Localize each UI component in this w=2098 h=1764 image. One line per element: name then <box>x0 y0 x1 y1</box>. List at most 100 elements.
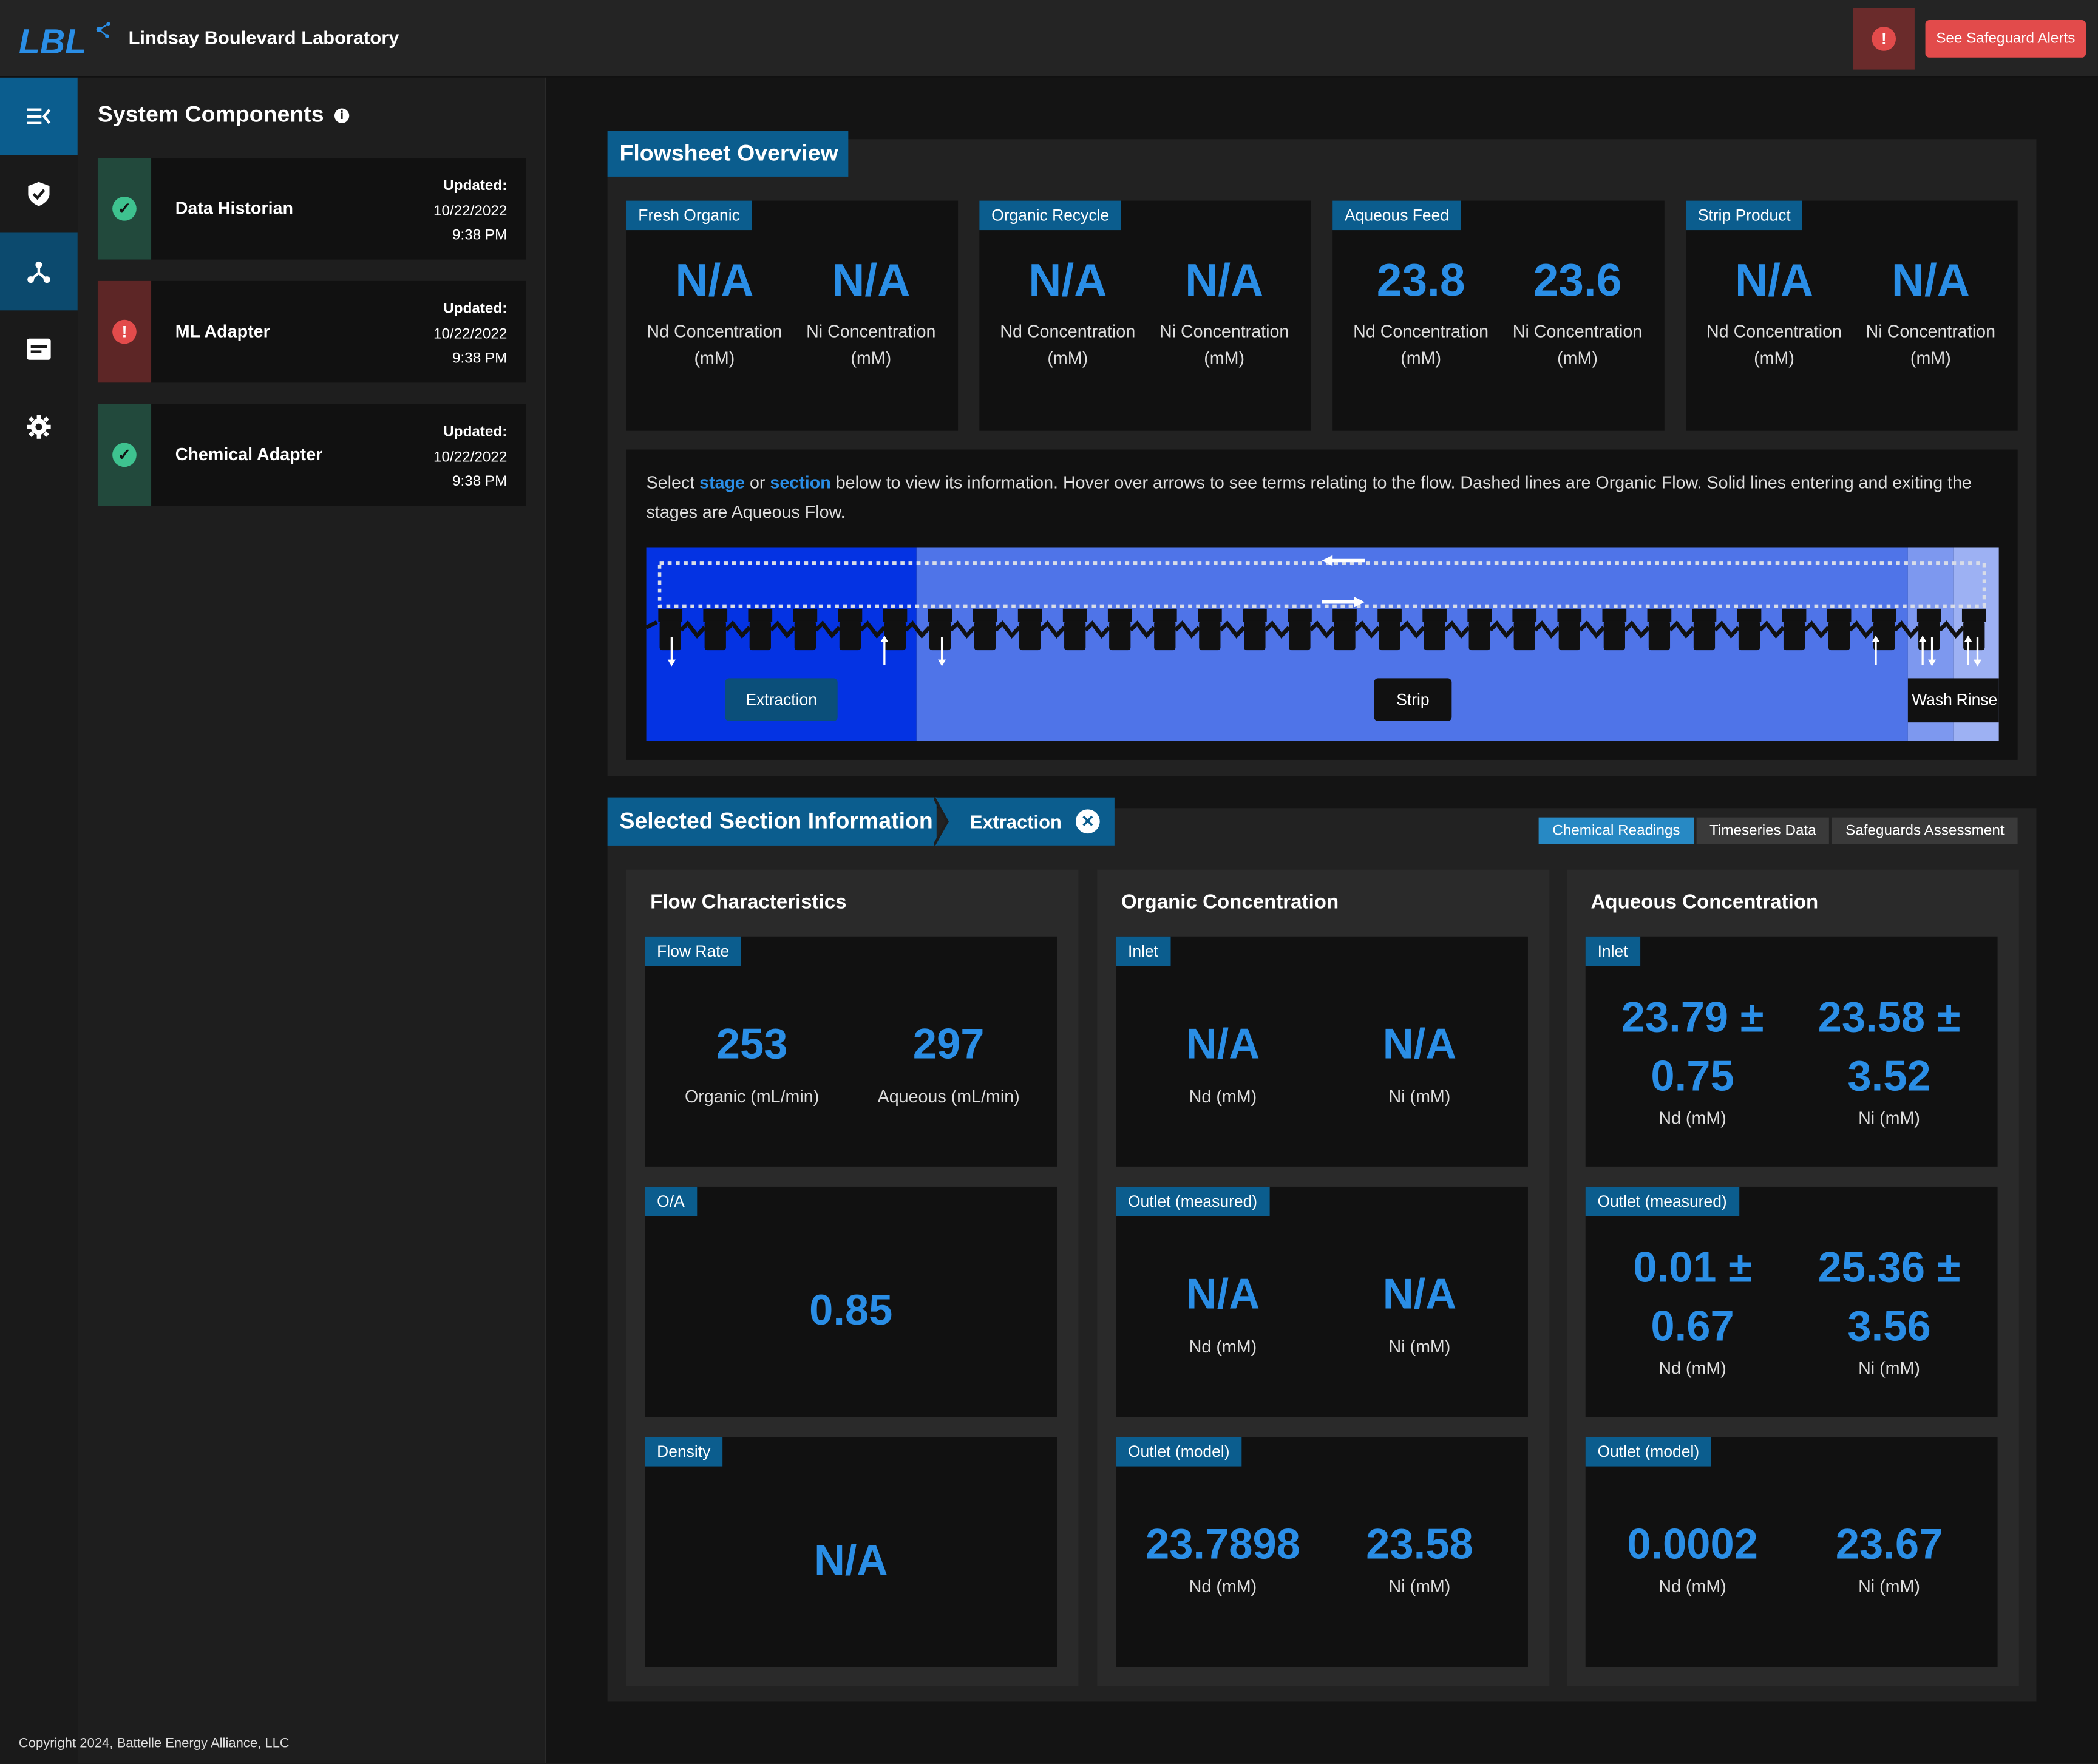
tab-chemical-readings[interactable]: Chemical Readings <box>1539 817 1694 844</box>
strip-section-button[interactable]: Strip <box>1374 678 1452 721</box>
stage[interactable] <box>1961 608 1986 651</box>
ni-value: 25.36 ± <box>1818 1243 1961 1291</box>
app-page: LBL Lindsay Boulevard Laboratory ! See S… <box>0 0 2098 1763</box>
nd-value: N/A <box>675 255 754 307</box>
component-card-data-historian[interactable]: ✓ Data Historian Updated: 10/22/2022 9:3… <box>97 158 526 260</box>
ni-value: N/A <box>1382 1269 1457 1318</box>
instructions-section-keyword: section <box>770 472 831 493</box>
nd-uncertainty: 0.67 <box>1651 1301 1734 1350</box>
aqueous-inlet-card: Inlet 23.79 ± 0.75 Nd (mM) 23.58 ± 3.52 Ni (… <box>1585 936 1998 1167</box>
component-updated: Updated: 10/22/2022 9:38 PM <box>433 174 507 248</box>
stream-label: Aqueous Feed <box>1332 200 1461 231</box>
nav-flowsheet[interactable] <box>0 232 78 311</box>
aqueous-outlet-model-card: Outlet (model) 0.0002 Nd (mM) 23.67 Ni (mM… <box>1585 1437 1998 1667</box>
component-status: ✓ <box>97 404 152 506</box>
component-card-ml-adapter[interactable]: ! ML Adapter Updated: 10/22/2022 9:38 PM <box>97 280 526 383</box>
nd-value: 0.0002 <box>1627 1519 1758 1569</box>
updated-date: 10/22/2022 <box>433 449 508 465</box>
nd-reading: 0.0002 Nd (mM) <box>1599 1515 1787 1600</box>
nd-label: Nd Concentration (mM) <box>647 321 783 368</box>
flow-rate-label: Flow Rate <box>645 936 742 966</box>
nd-reading: N/A Nd Concentration (mM) <box>1695 254 1853 372</box>
component-status: ! <box>97 280 152 383</box>
oa-reading: 0.85 <box>645 1280 1057 1339</box>
nav-reports[interactable] <box>0 310 78 388</box>
organic-flow-value: 253 <box>716 1019 788 1068</box>
component-card-chemical-adapter[interactable]: ✓ Chemical Adapter Updated: 10/22/2022 9… <box>97 404 526 506</box>
nd-value: N/A <box>1186 1269 1260 1318</box>
organic-inlet-card: Inlet N/A Nd (mM) N/A Ni (mM) <box>1116 936 1528 1167</box>
nd-value: 0.01 ± <box>1633 1243 1752 1291</box>
nd-reading: 23.79 ± 0.75 Nd (mM) <box>1606 988 1780 1132</box>
updated-time: 9:38 PM <box>452 473 508 490</box>
oa-label: O/A <box>645 1186 697 1216</box>
see-safeguard-alerts-button[interactable]: See Safeguard Alerts <box>1925 20 2086 58</box>
nd-reading: N/A Nd Concentration (mM) <box>636 254 793 372</box>
system-components-heading: System Components <box>97 101 324 127</box>
nd-reading: N/A Nd (mM) <box>1136 1264 1310 1361</box>
shield-icon <box>28 181 50 206</box>
nd-unit: Nd (mM) <box>1189 1336 1257 1357</box>
flow-rate-card: Flow Rate 253 Organic (mL/min) 297 Aqueous… <box>645 936 1057 1167</box>
ni-label: Ni Concentration (mM) <box>1865 321 1996 368</box>
nd-value: 23.79 ± <box>1621 992 1764 1041</box>
aqueous-concentration-column: Aqueous Concentration Inlet 23.79 ± 0.75 N… <box>1566 869 2019 1686</box>
aqueous-flow-reading: 297 Aqueous (mL/min) <box>861 1014 1036 1111</box>
component-name: Data Historian <box>175 198 293 219</box>
rinse-section-button[interactable]: Rinse <box>1955 678 1999 721</box>
organic-outlet-model-card: Outlet (model) 23.7898 Nd (mM) 23.58 Ni (m… <box>1116 1437 1528 1667</box>
instructions-text: below to view its information. Hover ove… <box>646 472 1972 522</box>
document-icon <box>27 338 51 360</box>
organic-outlet-model-label: Outlet (model) <box>1116 1437 1242 1467</box>
nav-settings[interactable] <box>0 388 78 466</box>
extraction-section-button[interactable]: Extraction <box>725 678 838 721</box>
density-label: Density <box>645 1437 723 1467</box>
nd-value: 23.7898 <box>1145 1519 1300 1569</box>
aqueous-concentration-title: Aqueous Concentration <box>1590 890 1819 914</box>
ni-unit: Ni (mM) <box>1858 1358 1920 1379</box>
instructions-stage-keyword: stage <box>699 472 745 493</box>
updated-label: Updated: <box>443 178 508 194</box>
ni-reading: N/A Ni (mM) <box>1332 1014 1507 1111</box>
ni-uncertainty: 3.52 <box>1847 1051 1931 1100</box>
alert-indicator[interactable]: ! <box>1853 8 1915 70</box>
component-updated: Updated: 10/22/2022 9:38 PM <box>433 420 507 494</box>
alert-icon: ! <box>1872 27 1896 51</box>
nd-unit: Nd (mM) <box>1658 1107 1726 1128</box>
wash-section-button[interactable]: Wash <box>1909 678 1955 721</box>
flow-diagram-svg[interactable] <box>645 547 1999 742</box>
menu-toggle-button[interactable] <box>0 77 78 155</box>
clear-selection-icon[interactable]: ✕ <box>1076 809 1100 834</box>
nav-safeguards[interactable] <box>0 155 78 233</box>
copyright-text: Copyright 2024, Battelle Energy Alliance… <box>18 1736 290 1752</box>
tab-timeseries-data[interactable]: Timeseries Data <box>1696 817 1830 844</box>
nd-reading: N/A Nd Concentration (mM) <box>989 254 1147 372</box>
updated-time: 9:38 PM <box>452 350 508 367</box>
nd-unit: Nd (mM) <box>1189 1086 1257 1107</box>
ni-value: N/A <box>1891 255 1970 307</box>
updated-date: 10/22/2022 <box>433 325 508 342</box>
stream-label: Strip Product <box>1686 200 1803 231</box>
component-updated: Updated: 10/22/2022 9:38 PM <box>433 297 507 371</box>
aqueous-inlet-label: Inlet <box>1585 936 1640 966</box>
updated-time: 9:38 PM <box>452 227 508 244</box>
component-name: ML Adapter <box>175 321 270 342</box>
aqueous-flow-value: 297 <box>912 1019 985 1068</box>
nd-value: N/A <box>1734 255 1814 307</box>
updated-date: 10/22/2022 <box>433 202 508 219</box>
tab-safeguards-assessment[interactable]: Safeguards Assessment <box>1832 817 2018 844</box>
nd-label: Nd Concentration (mM) <box>1353 321 1489 368</box>
app-title: Lindsay Boulevard Laboratory <box>128 27 399 49</box>
instructions-text: or <box>745 472 770 493</box>
process-flow-diagram[interactable]: Extraction Strip Wash Rinse <box>645 547 1999 742</box>
organic-flow-unit: Organic (mL/min) <box>684 1086 820 1107</box>
flow-characteristics-column: Flow Characteristics Flow Rate 253 Organi… <box>626 869 1079 1686</box>
ni-label: Ni Concentration (mM) <box>1159 321 1289 368</box>
stream-card-aqueous-feed: Aqueous Feed 23.8 Nd Concentration (mM) 2… <box>1332 200 1665 431</box>
aqueous-flow-unit: Aqueous (mL/min) <box>877 1086 1020 1107</box>
info-icon[interactable]: i <box>334 107 350 123</box>
stream-label: Organic Recycle <box>979 200 1122 231</box>
reading-tabs: Chemical Readings Timeseries Data Safegu… <box>1539 817 2018 844</box>
nav-rail <box>0 77 78 1763</box>
error-circle-icon: ! <box>112 319 137 344</box>
